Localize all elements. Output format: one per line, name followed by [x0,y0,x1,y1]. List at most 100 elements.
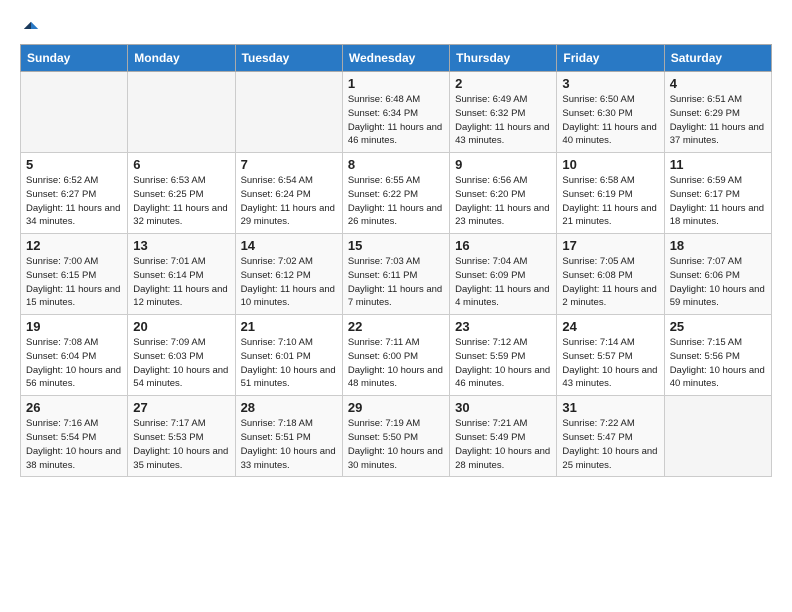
week-row-4: 19Sunrise: 7:08 AM Sunset: 6:04 PM Dayli… [21,315,772,396]
col-header-thursday: Thursday [450,45,557,72]
day-number: 21 [241,319,337,334]
day-info: Sunrise: 6:51 AM Sunset: 6:29 PM Dayligh… [670,93,766,148]
day-info: Sunrise: 7:10 AM Sunset: 6:01 PM Dayligh… [241,336,337,391]
calendar-cell: 5Sunrise: 6:52 AM Sunset: 6:27 PM Daylig… [21,153,128,234]
calendar-cell [664,396,771,477]
day-number: 12 [26,238,122,253]
day-info: Sunrise: 6:58 AM Sunset: 6:19 PM Dayligh… [562,174,658,229]
day-info: Sunrise: 6:54 AM Sunset: 6:24 PM Dayligh… [241,174,337,229]
calendar-cell: 25 Sunrise: 7:15 AM Sunset: 5:56 PM Dayli… [664,315,771,396]
day-number: 8 [348,157,444,172]
day-number: 16 [455,238,551,253]
col-header-tuesday: Tuesday [235,45,342,72]
calendar-cell [235,72,342,153]
day-number: 18 [670,238,766,253]
day-number: 26 [26,400,122,415]
day-info: Sunrise: 6:53 AM Sunset: 6:25 PM Dayligh… [133,174,229,229]
day-number: 13 [133,238,229,253]
day-info: Sunrise: 7:22 AM Sunset: 5:47 PM Dayligh… [562,417,658,472]
day-number: 19 [26,319,122,334]
day-info: Sunrise: 7:07 AM Sunset: 6:06 PM Dayligh… [670,255,766,310]
calendar-cell: 20 Sunrise: 7:09 AM Sunset: 6:03 PM Dayli… [128,315,235,396]
day-info: Sunrise: 6:59 AM Sunset: 6:17 PM Dayligh… [670,174,766,229]
day-info: Sunrise: 7:15 AM Sunset: 5:56 PM Dayligh… [670,336,766,391]
day-number: 2 [455,76,551,91]
logo [20,20,40,34]
calendar-cell: 9 Sunrise: 6:56 AM Sunset: 6:20 PM Daylig… [450,153,557,234]
day-info: Sunrise: 6:49 AM Sunset: 6:32 PM Dayligh… [455,93,551,148]
calendar-cell: 31 Sunrise: 7:22 AM Sunset: 5:47 PM Dayli… [557,396,664,477]
calendar-cell: 17Sunrise: 7:05 AM Sunset: 6:08 PM Dayli… [557,234,664,315]
calendar-cell: 19Sunrise: 7:08 AM Sunset: 6:04 PM Dayli… [21,315,128,396]
calendar-cell: 15Sunrise: 7:03 AM Sunset: 6:11 PM Dayli… [342,234,449,315]
calendar-cell: 23Sunrise: 7:12 AM Sunset: 5:59 PM Dayli… [450,315,557,396]
calendar-cell: 16 Sunrise: 7:04 AM Sunset: 6:09 PM Dayli… [450,234,557,315]
day-number: 30 [455,400,551,415]
week-row-3: 12 Sunrise: 7:00 AM Sunset: 6:15 PM Dayli… [21,234,772,315]
day-number: 14 [241,238,337,253]
calendar-cell: 27Sunrise: 7:17 AM Sunset: 5:53 PM Dayli… [128,396,235,477]
header-row: SundayMondayTuesdayWednesdayThursdayFrid… [21,45,772,72]
col-header-friday: Friday [557,45,664,72]
week-row-1: 1Sunrise: 6:48 AM Sunset: 6:34 PM Daylig… [21,72,772,153]
day-number: 4 [670,76,766,91]
calendar-cell: 18 Sunrise: 7:07 AM Sunset: 6:06 PM Dayli… [664,234,771,315]
col-header-sunday: Sunday [21,45,128,72]
col-header-wednesday: Wednesday [342,45,449,72]
day-number: 3 [562,76,658,91]
day-info: Sunrise: 7:01 AM Sunset: 6:14 PM Dayligh… [133,255,229,310]
day-info: Sunrise: 7:17 AM Sunset: 5:53 PM Dayligh… [133,417,229,472]
calendar-cell: 29 Sunrise: 7:19 AM Sunset: 5:50 PM Dayli… [342,396,449,477]
calendar-table: SundayMondayTuesdayWednesdayThursdayFrid… [20,44,772,477]
day-info: Sunrise: 6:52 AM Sunset: 6:27 PM Dayligh… [26,174,122,229]
calendar-cell: 1Sunrise: 6:48 AM Sunset: 6:34 PM Daylig… [342,72,449,153]
calendar-cell: 22 Sunrise: 7:11 AM Sunset: 6:00 PM Dayli… [342,315,449,396]
calendar-cell: 13 Sunrise: 7:01 AM Sunset: 6:14 PM Dayli… [128,234,235,315]
calendar-cell [21,72,128,153]
calendar-cell: 26 Sunrise: 7:16 AM Sunset: 5:54 PM Dayli… [21,396,128,477]
calendar-cell: 10 Sunrise: 6:58 AM Sunset: 6:19 PM Dayli… [557,153,664,234]
day-info: Sunrise: 7:16 AM Sunset: 5:54 PM Dayligh… [26,417,122,472]
day-info: Sunrise: 7:02 AM Sunset: 6:12 PM Dayligh… [241,255,337,310]
day-number: 29 [348,400,444,415]
day-info: Sunrise: 6:50 AM Sunset: 6:30 PM Dayligh… [562,93,658,148]
day-info: Sunrise: 7:03 AM Sunset: 6:11 PM Dayligh… [348,255,444,310]
day-info: Sunrise: 6:48 AM Sunset: 6:34 PM Dayligh… [348,93,444,148]
week-row-5: 26 Sunrise: 7:16 AM Sunset: 5:54 PM Dayli… [21,396,772,477]
day-number: 9 [455,157,551,172]
day-info: Sunrise: 6:56 AM Sunset: 6:20 PM Dayligh… [455,174,551,229]
day-info: Sunrise: 7:12 AM Sunset: 5:59 PM Dayligh… [455,336,551,391]
day-number: 17 [562,238,658,253]
calendar-cell: 21 Sunrise: 7:10 AM Sunset: 6:01 PM Dayli… [235,315,342,396]
day-number: 25 [670,319,766,334]
col-header-saturday: Saturday [664,45,771,72]
day-info: Sunrise: 7:18 AM Sunset: 5:51 PM Dayligh… [241,417,337,472]
day-number: 20 [133,319,229,334]
calendar-cell: 28 Sunrise: 7:18 AM Sunset: 5:51 PM Dayli… [235,396,342,477]
calendar-cell: 7 Sunrise: 6:54 AM Sunset: 6:24 PM Daylig… [235,153,342,234]
day-number: 11 [670,157,766,172]
day-info: Sunrise: 7:00 AM Sunset: 6:15 PM Dayligh… [26,255,122,310]
day-number: 31 [562,400,658,415]
day-number: 24 [562,319,658,334]
calendar-cell: 2 Sunrise: 6:49 AM Sunset: 6:32 PM Daylig… [450,72,557,153]
page-header [20,20,772,34]
day-number: 10 [562,157,658,172]
day-number: 22 [348,319,444,334]
day-info: Sunrise: 7:21 AM Sunset: 5:49 PM Dayligh… [455,417,551,472]
day-info: Sunrise: 7:04 AM Sunset: 6:09 PM Dayligh… [455,255,551,310]
logo-flag-icon [22,20,40,38]
day-info: Sunrise: 7:11 AM Sunset: 6:00 PM Dayligh… [348,336,444,391]
day-number: 6 [133,157,229,172]
calendar-cell: 24Sunrise: 7:14 AM Sunset: 5:57 PM Dayli… [557,315,664,396]
calendar-cell: 12 Sunrise: 7:00 AM Sunset: 6:15 PM Dayli… [21,234,128,315]
day-info: Sunrise: 7:09 AM Sunset: 6:03 PM Dayligh… [133,336,229,391]
calendar-cell [128,72,235,153]
calendar-cell: 14 Sunrise: 7:02 AM Sunset: 6:12 PM Dayli… [235,234,342,315]
day-info: Sunrise: 7:19 AM Sunset: 5:50 PM Dayligh… [348,417,444,472]
calendar-cell: 11 Sunrise: 6:59 AM Sunset: 6:17 PM Dayli… [664,153,771,234]
day-number: 7 [241,157,337,172]
day-info: Sunrise: 6:55 AM Sunset: 6:22 PM Dayligh… [348,174,444,229]
day-number: 28 [241,400,337,415]
calendar-cell: 6 Sunrise: 6:53 AM Sunset: 6:25 PM Daylig… [128,153,235,234]
